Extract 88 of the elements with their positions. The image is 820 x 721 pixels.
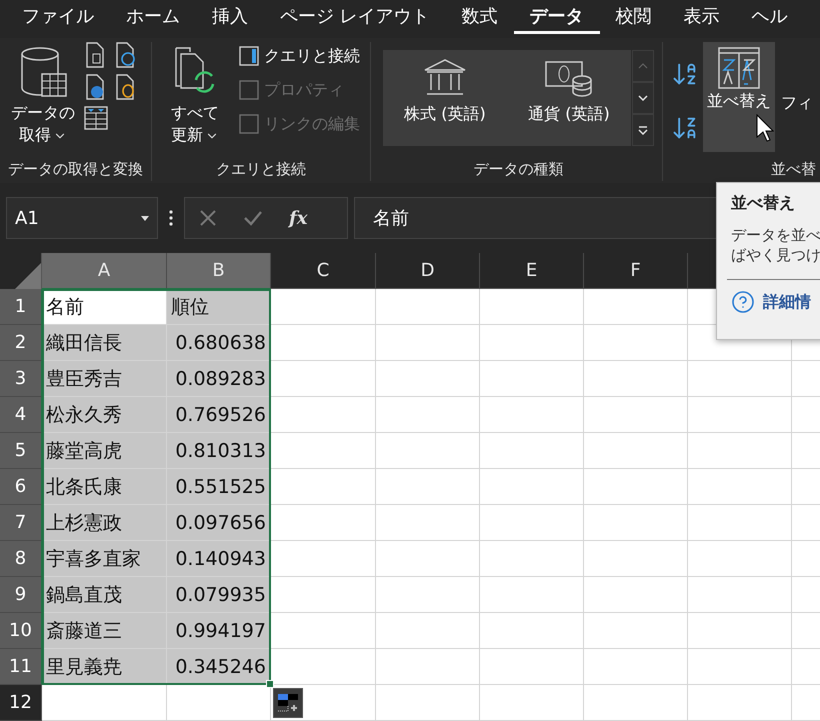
group-label: クエリと接続 [215,160,307,180]
expand-icon [638,126,648,134]
table-cell: 0.140943 [167,541,271,577]
row-header[interactable]: 9 [0,577,42,613]
quick-analysis-button[interactable] [273,688,303,718]
row-header[interactable]: 5 [0,433,42,469]
table-cell: 0.994197 [167,613,271,649]
table-cell: 0.097656 [167,505,271,541]
get-data-button[interactable]: データの取得 [8,42,78,151]
row-header[interactable]: 4 [0,397,42,433]
document-icon[interactable] [84,42,106,68]
column-header[interactable]: C [271,253,376,289]
row-header[interactable]: 11 [0,649,42,685]
menu-tab[interactable]: 表示 [668,0,736,34]
command-icon [238,113,260,135]
data-type-button[interactable]: 株式 (英語) [383,50,507,146]
table-cell: 藤堂高虎 [42,433,167,469]
ribbon-command[interactable]: クエリと接続 [236,42,362,70]
chevron-up-icon [638,63,648,69]
table-cell: 0.810313 [167,433,271,469]
column-header[interactable]: A [42,253,167,289]
menu-tab[interactable]: 数式 [446,0,514,34]
row-header[interactable]: 8 [0,541,42,577]
quick-analysis-icon [277,693,299,713]
column-header[interactable]: B [167,253,271,289]
row-header[interactable]: 12 [0,685,42,721]
menu-tab[interactable]: ファイル [6,0,110,34]
group-label: 並べ替 [770,160,817,180]
sort-button[interactable]: 並べ替え [703,42,775,152]
menu-tab[interactable]: ヘル [736,0,804,34]
filter-button[interactable]: フィ [779,42,809,118]
row-header[interactable]: 6 [0,469,42,505]
menu-tab[interactable]: ページ レイアウト [264,0,446,34]
scroll-down-button[interactable] [632,82,654,114]
row-header[interactable]: 7 [0,505,42,541]
command-icon [238,45,260,67]
insert-function-button[interactable]: fx [289,208,308,228]
table-cell: 織田信長 [42,325,167,361]
table-icon[interactable] [84,106,108,130]
table-cell: 北条氏康 [42,469,167,505]
table-cell: 順位 [167,289,271,325]
table-cell: 宇喜多直家 [42,541,167,577]
fill-handle[interactable] [266,680,274,688]
bank-icon [423,58,467,98]
table-cell: 豊臣秀吉 [42,361,167,397]
data-type-button[interactable]: 通貨 (英語) [507,50,631,146]
row-header[interactable]: 10 [0,613,42,649]
column-header[interactable]: F [584,253,688,289]
menu-tab[interactable]: データ [514,0,600,34]
menu-tab[interactable]: ホーム [110,0,196,34]
chevron-down-icon [638,95,648,101]
table-cell: 鍋島直茂 [42,577,167,613]
help-icon [731,290,755,314]
name-box[interactable]: A1 [6,197,158,239]
table-cell: 0.680638 [167,325,271,361]
document-icon[interactable] [114,42,136,68]
dropdown-icon [141,216,149,220]
table-cell: 0.551525 [167,469,271,505]
sort-dialog-icon [717,46,761,90]
menu-tab[interactable]: 校閲 [600,0,668,34]
row-header[interactable]: 2 [0,325,42,361]
mouse-cursor-icon [756,114,774,142]
group-label: データの取得と変換 [8,160,143,180]
check-icon[interactable] [243,209,263,227]
more-info-link[interactable]: 詳細情 [731,290,820,314]
document-icon[interactable] [84,74,106,100]
cancel-icon[interactable] [199,209,217,227]
table-cell: 名前 [42,289,167,325]
table-cell: 里見義尭 [42,649,167,685]
row-header[interactable]: 3 [0,361,42,397]
column-header[interactable]: E [480,253,584,289]
document-icon[interactable] [114,74,136,100]
refresh-all-button[interactable]: すべて更新 [160,42,230,151]
corner-triangle-icon [15,263,41,289]
menu-tab[interactable]: 挿入 [196,0,264,34]
table-cell: 斎藤道三 [42,613,167,649]
tooltip-text: ばやく見つけ [731,246,820,265]
more-button[interactable] [632,114,654,146]
table-cell: 0.089283 [167,361,271,397]
command-icon [238,79,260,101]
table-cell: 0.345246 [167,649,271,685]
table-cell: 上杉憲政 [42,505,167,541]
table-cell: 0.769526 [167,397,271,433]
group-label: データの種類 [472,160,564,180]
table-cell: 松永久秀 [42,397,167,433]
table-cell: 0.079935 [167,577,271,613]
column-header[interactable]: D [376,253,480,289]
row-header[interactable]: 1 [0,289,42,325]
